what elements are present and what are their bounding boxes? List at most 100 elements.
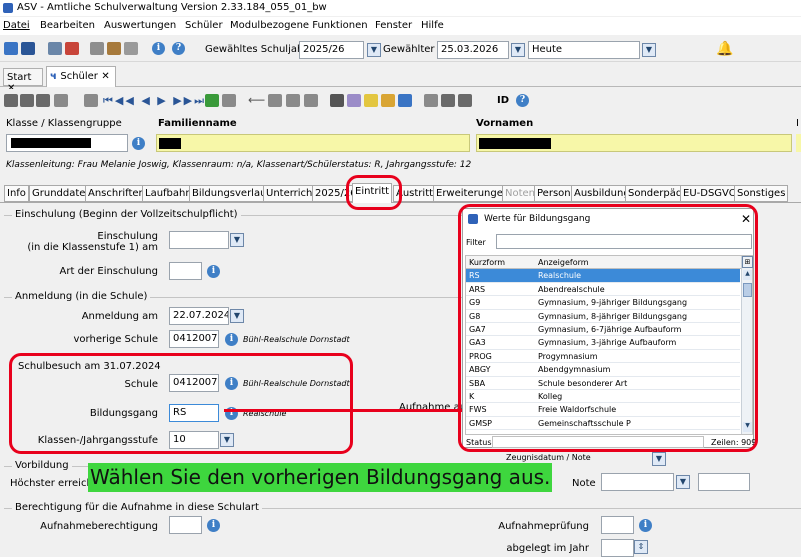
tab-ausbildung[interactable]: Ausbildung [571, 185, 633, 202]
tab-unterricht[interactable]: Unterricht [263, 185, 320, 202]
chevron-down-icon[interactable]: ▼ [230, 233, 244, 247]
grid-icon[interactable] [65, 42, 79, 55]
help-icon[interactable]: ? [516, 94, 529, 107]
info-icon[interactable]: i [639, 519, 652, 532]
anmeldung-am-input[interactable]: 22.07.2024 [169, 307, 229, 325]
info-icon[interactable]: i [152, 42, 165, 55]
main-toolbar: i ? Gewähltes Schuljahr 2025/26 ▼ Gewähl… [0, 36, 801, 62]
heute-select[interactable]: Heute [528, 41, 640, 59]
report-icon[interactable] [48, 42, 62, 55]
einschulung-label-2: (in die Klassenstufe 1) am [27, 242, 158, 253]
windows-icon[interactable] [4, 42, 18, 55]
arrow-left-icon[interactable]: ⟵ [248, 93, 265, 107]
group-title: Vorbildung [12, 460, 72, 471]
student-header: Klasse / Klassengruppe Familienname Vorn… [0, 114, 801, 158]
bell-icon[interactable]: 🔔 [716, 41, 733, 57]
info-icon[interactable]: i [207, 519, 220, 532]
info-icon[interactable]: i [207, 265, 220, 278]
menu-bar: Datei Bearbeiten Auswertungen Schüler Mo… [0, 17, 801, 35]
table-icon[interactable] [84, 94, 98, 107]
tab-bildungsverlauf[interactable]: Bildungsverlauf [189, 185, 273, 202]
info-icon[interactable]: i [225, 333, 238, 346]
record-toolbar: ⏮◀◀ ◀ ▶ ▶▶⏭ ⟵ ID ? [0, 89, 801, 113]
menu-datei[interactable]: Datei [3, 20, 30, 31]
info-icon[interactable]: i [132, 137, 145, 150]
new-record-icon[interactable] [4, 94, 18, 107]
tab-person[interactable]: Person [534, 185, 574, 202]
list-icon[interactable] [36, 94, 50, 107]
header-col4-field[interactable] [796, 134, 801, 152]
vornamen-field[interactable] [476, 134, 792, 152]
chevron-down-icon[interactable]: ▼ [652, 452, 666, 466]
menu-modulbezogene[interactable]: Modulbezogene Funktionen [230, 20, 368, 31]
menu-fenster[interactable]: Fenster [375, 20, 412, 31]
menu-bearbeiten[interactable]: Bearbeiten [40, 20, 95, 31]
abgelegt-input[interactable] [601, 539, 634, 557]
title-bar: ASV - Amtliche Schulverwaltung Version 2… [0, 0, 801, 16]
doc-tab-start[interactable]: Start ✕ [3, 68, 43, 94]
aufnahmepruefung-label: Aufnahmeprüfung [498, 521, 589, 532]
eye-icon[interactable] [347, 94, 361, 107]
vorherige-schule-name: Bühl-Realschule Dornstadt [243, 335, 350, 344]
check-icon[interactable] [381, 94, 395, 107]
chevron-down-icon[interactable]: ▼ [676, 475, 690, 489]
grid-icon[interactable] [441, 94, 455, 107]
menu-auswertungen[interactable]: Auswertungen [104, 20, 176, 31]
id-button[interactable]: ID [497, 95, 509, 106]
chevron-down-icon[interactable]: ▼ [230, 309, 244, 323]
bulb-icon[interactable] [364, 94, 378, 107]
spinner-icon[interactable]: ⇕ [634, 540, 648, 554]
tab-eintritt[interactable]: Eintritt [352, 183, 393, 203]
tab-sonstiges[interactable]: Sonstiges [734, 185, 789, 202]
abgelegt-label: abgelegt im Jahr [506, 543, 589, 554]
copy-icon[interactable] [286, 94, 300, 107]
art-einschulung-input[interactable] [169, 262, 202, 280]
klasse-field[interactable] [6, 134, 128, 152]
timer-icon[interactable] [398, 94, 412, 107]
settings-icon[interactable] [424, 94, 438, 107]
tag-input[interactable]: 25.03.2026 [437, 41, 509, 59]
aufnahmepruefung-input[interactable] [601, 516, 634, 534]
menu-list-icon[interactable] [222, 94, 236, 107]
aufnahmeberechtigung-input[interactable] [169, 516, 202, 534]
schuljahr-select[interactable]: 2025/26 [299, 41, 364, 59]
annotation-arrow [224, 409, 464, 412]
refresh-icon[interactable] [205, 94, 219, 107]
familienname-field[interactable] [156, 134, 470, 152]
print-icon[interactable] [330, 94, 344, 107]
export-icon[interactable] [107, 42, 121, 55]
keyboard-icon[interactable] [21, 42, 35, 55]
schulbesuch-highlight [9, 353, 353, 454]
vornamen-header: Vornamen [476, 118, 534, 129]
tab-info[interactable]: Info [4, 185, 29, 202]
users-icon[interactable] [458, 94, 472, 107]
help-icon[interactable]: ? [172, 42, 185, 55]
menu-hilfe[interactable]: Hilfe [421, 20, 444, 31]
copy-icon[interactable] [90, 42, 104, 55]
chevron-down-icon[interactable]: ▼ [511, 43, 525, 57]
note-select[interactable] [601, 473, 674, 491]
vorherige-schule-input[interactable]: 04120078 [169, 330, 219, 348]
scissors-icon[interactable] [268, 94, 282, 107]
instruction-caption: Wählen Sie den vorherigen Bildungsgang a… [88, 463, 553, 492]
tab-anschriften[interactable]: Anschriften [85, 185, 148, 202]
einschulung-date-input[interactable] [169, 231, 229, 249]
lightning-icon[interactable] [124, 42, 138, 55]
tab-sonderpaed[interactable]: Sonderpäd. [625, 185, 689, 202]
tab-eu-dsgvo[interactable]: EU-DSGVO [680, 185, 740, 202]
doc-tab-schueler[interactable]: ҹ Schüler ✕ [46, 66, 116, 87]
note-value-input[interactable] [698, 473, 750, 491]
tab-noten[interactable]: Noten [502, 185, 539, 202]
tab-laufbahn[interactable]: Laufbahn [142, 185, 195, 202]
menu-schueler[interactable]: Schüler [185, 20, 223, 31]
close-icon[interactable]: ✕ [98, 71, 109, 82]
einschulung-group: Einschulung (Beginn der Vollzeitschulpfl… [4, 209, 464, 220]
navigation-icons[interactable]: ⏮◀◀ ◀ ▶ ▶▶⏭ [103, 94, 206, 108]
edit-icon[interactable] [54, 94, 68, 107]
schuljahr-label: Gewähltes Schuljahr [205, 44, 308, 55]
klasse-header: Klasse / Klassengruppe [6, 118, 122, 129]
tab-erweiterungen[interactable]: Erweiterungen [433, 185, 513, 202]
paste-icon[interactable] [304, 94, 318, 107]
save-icon[interactable] [20, 94, 34, 107]
chevron-down-icon[interactable]: ▼ [642, 43, 656, 57]
